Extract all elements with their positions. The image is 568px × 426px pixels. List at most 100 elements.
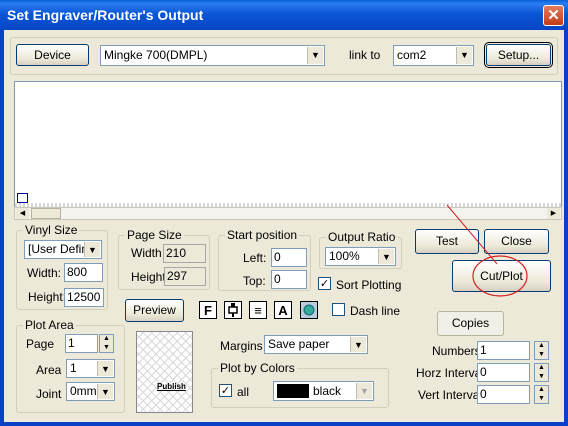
vinyl-preset-select[interactable]: [User Define ▼ [24, 240, 102, 259]
plot-area-title: Plot Area [23, 318, 76, 332]
align-tool-icon[interactable]: ≡ [249, 301, 267, 319]
start-position-title: Start position [225, 228, 300, 242]
chevron-down-icon[interactable]: ▼ [97, 384, 113, 399]
chevron-down-icon[interactable]: ▼ [456, 47, 472, 64]
color-swatch [277, 384, 309, 398]
window-border-left [0, 30, 4, 426]
port-value: com2 [397, 48, 427, 62]
joint-value: 0mm [70, 384, 97, 398]
chevron-down-icon[interactable]: ▼ [378, 249, 394, 264]
color-fill-glyph [303, 304, 315, 316]
start-top-label: Top: [243, 274, 266, 288]
start-top-field[interactable]: 0 [271, 270, 307, 289]
thumbnail-text: Publish [157, 382, 186, 391]
vert-interval-stepper[interactable]: ▲ ▼ [534, 385, 549, 404]
plot-by-colors-title: Plot by Colors [218, 361, 297, 375]
font-tool-icon[interactable]: F [199, 301, 217, 319]
horz-interval-label: Horz Interval [416, 366, 485, 380]
margins-value: Save paper [268, 337, 330, 351]
plot-all-colors-checkbox[interactable]: ✓ [219, 384, 232, 397]
page-width-value: 210 [163, 244, 206, 263]
output-ratio-select[interactable]: 100% ▼ [325, 247, 396, 266]
page-height-value: 297 [164, 267, 206, 286]
area-select[interactable]: 1 ▼ [66, 359, 115, 378]
vert-interval-field[interactable]: 0 [477, 385, 530, 404]
window-border-bottom [0, 422, 568, 426]
device-button[interactable]: Device [16, 44, 89, 66]
router-bit-glyph [228, 303, 238, 317]
tab-copies[interactable]: Copies [437, 311, 504, 336]
spin-up-icon[interactable]: ▲ [535, 364, 548, 373]
page-size-title: Page Size [125, 228, 184, 242]
page-width-label: Width [131, 246, 162, 260]
start-left-field[interactable]: 0 [271, 248, 307, 267]
vinyl-size-title: Vinyl Size [23, 223, 80, 237]
plot-all-colors-label: all [237, 385, 250, 399]
output-ratio-value: 100% [329, 249, 360, 263]
color-fill-icon[interactable] [300, 301, 318, 319]
area-label: Area [36, 363, 62, 377]
preview-button[interactable]: Preview [125, 299, 184, 322]
chevron-down-icon[interactable]: ▼ [84, 242, 100, 257]
title-bar[interactable]: Set Engraver/Router's Output [0, 0, 568, 30]
sort-plotting-label: Sort Plotting [336, 278, 402, 292]
scroll-left-icon[interactable]: ◀ [16, 208, 29, 219]
spin-up-icon[interactable]: ▲ [100, 335, 113, 344]
device-model-select[interactable]: Mingke 700(DMPL) ▼ [100, 45, 325, 66]
margins-label: Margins [220, 339, 263, 353]
numbers-label: Numbers [432, 344, 481, 358]
cut-plot-button[interactable]: Cut/Plot [452, 260, 551, 292]
horizontal-scrollbar[interactable]: ◀ ▶ [14, 207, 562, 220]
page-label: Page [26, 337, 55, 351]
window-border-right [564, 30, 568, 426]
area-value: 1 [70, 361, 77, 375]
link-to-label: link to [349, 48, 381, 62]
page-marker [17, 193, 28, 203]
preview-thumbnail: Publish [136, 331, 193, 413]
spin-up-icon[interactable]: ▲ [535, 342, 548, 351]
margins-select[interactable]: Save paper ▼ [264, 335, 368, 354]
horz-interval-stepper[interactable]: ▲ ▼ [534, 363, 549, 382]
dash-line-label: Dash line [350, 304, 401, 318]
router-bit-icon[interactable] [224, 301, 242, 319]
spin-down-icon[interactable]: ▼ [100, 344, 113, 353]
page-height-label: Height [131, 270, 166, 284]
spin-down-icon[interactable]: ▼ [535, 395, 548, 404]
vinyl-height-label: Height: [28, 290, 67, 304]
scroll-thumb[interactable] [31, 208, 61, 219]
setup-button[interactable]: Setup... [484, 42, 553, 68]
vert-interval-label: Vert Interval [418, 388, 483, 402]
test-button[interactable]: Test [415, 229, 479, 254]
device-model-value: Mingke 700(DMPL) [104, 48, 208, 62]
chevron-down-icon[interactable]: ▼ [356, 383, 372, 399]
scroll-right-icon[interactable]: ▶ [547, 208, 560, 219]
vinyl-width-label: Width: [27, 266, 62, 280]
joint-select[interactable]: 0mm ▼ [66, 382, 115, 401]
spin-down-icon[interactable]: ▼ [535, 351, 548, 360]
plot-preview-canvas[interactable] [14, 81, 562, 219]
output-ratio-title: Output Ratio [326, 230, 398, 244]
window-title: Set Engraver/Router's Output [7, 7, 204, 23]
close-button[interactable]: Close [484, 229, 549, 254]
start-left-label: Left: [243, 251, 267, 265]
page-stepper[interactable]: ▲ ▼ [99, 334, 114, 353]
chevron-down-icon[interactable]: ▼ [307, 47, 323, 64]
page-field[interactable]: 1 [65, 334, 98, 353]
joint-label: Joint [36, 387, 62, 401]
numbers-field[interactable]: 1 [477, 341, 530, 360]
color-name: black [313, 384, 342, 398]
chevron-down-icon[interactable]: ▼ [350, 337, 366, 352]
port-select[interactable]: com2 ▼ [393, 45, 474, 66]
text-tool-icon[interactable]: A [274, 301, 292, 319]
vinyl-height-field[interactable]: 12500 [64, 288, 104, 307]
chevron-down-icon[interactable]: ▼ [97, 361, 113, 376]
numbers-stepper[interactable]: ▲ ▼ [534, 341, 549, 360]
vinyl-width-field[interactable]: 800 [64, 263, 103, 282]
dash-line-checkbox[interactable] [332, 303, 345, 316]
horz-interval-field[interactable]: 0 [477, 363, 530, 382]
color-select[interactable]: black ▼ [273, 381, 374, 401]
close-icon[interactable]: ✕ [543, 5, 564, 26]
spin-up-icon[interactable]: ▲ [535, 386, 548, 395]
spin-down-icon[interactable]: ▼ [535, 373, 548, 382]
sort-plotting-checkbox[interactable]: ✓ [318, 277, 331, 290]
